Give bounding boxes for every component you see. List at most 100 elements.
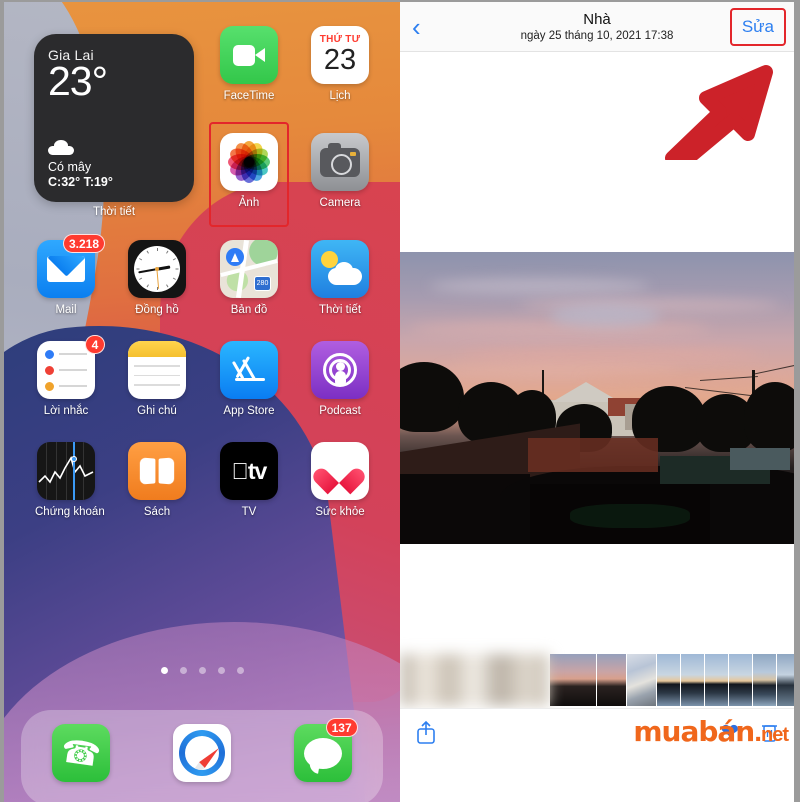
page-dots[interactable] xyxy=(4,667,400,674)
clock-tick xyxy=(139,277,143,280)
left-phone-home-screen: Gia Lai 23° Có mây C:32° T:19° Thời tiết… xyxy=(4,2,400,802)
watermark-part2: net xyxy=(761,724,789,746)
app-maps[interactable]: 280 Bản đồ xyxy=(218,240,280,316)
photo-thumbnail-strip[interactable] xyxy=(400,652,794,708)
weather-widget[interactable]: Gia Lai 23° Có mây C:32° T:19° xyxy=(34,34,194,202)
app-appstore[interactable]: App Store xyxy=(218,341,280,417)
clock-tick xyxy=(172,277,176,280)
edit-highlight-box xyxy=(729,7,786,46)
app-weather[interactable]: Thời tiết xyxy=(309,240,371,316)
app-label: Lời nhắc xyxy=(43,405,89,417)
edit-button-wrapper[interactable]: Sửa xyxy=(729,7,786,46)
app-mail[interactable]: 3.218 Mail xyxy=(35,234,105,316)
app-photos[interactable]: Ảnh xyxy=(218,133,280,209)
podcast-icon xyxy=(311,341,369,399)
photos-icon xyxy=(220,133,278,191)
page-dot[interactable] xyxy=(236,667,244,674)
books-icon xyxy=(128,442,186,500)
app-label: Ghi chú xyxy=(137,405,177,417)
watermark-muaban: muabán . net xyxy=(633,715,789,748)
thumbnail-item[interactable] xyxy=(596,654,626,706)
tv-icon: tv xyxy=(220,442,278,500)
blurred-thumbnails xyxy=(400,654,549,706)
calendar-day: 23 xyxy=(323,44,357,76)
app-label: App Store xyxy=(223,405,275,417)
widget-temperature: 23° xyxy=(48,58,108,104)
page-dot[interactable] xyxy=(160,667,168,674)
page-dot[interactable] xyxy=(217,667,225,674)
two-phone-comparison: Gia Lai 23° Có mây C:32° T:19° Thời tiết… xyxy=(0,0,800,802)
app-notes[interactable]: Ghi chú xyxy=(126,341,188,417)
dock-app-messages[interactable]: 137 xyxy=(292,718,358,782)
dock-app-phone[interactable]: ☎ xyxy=(50,724,112,782)
thumbnail-item[interactable] xyxy=(626,654,656,706)
dock-app-safari[interactable] xyxy=(171,724,233,782)
app-label: Sách xyxy=(143,506,171,518)
app-label: Đồng hồ xyxy=(135,304,179,316)
appstore-icon xyxy=(220,341,278,399)
app-label: Mail xyxy=(55,304,77,316)
watermark-dot: . xyxy=(754,716,762,747)
stocks-icon xyxy=(37,442,95,500)
thumbnail-item[interactable] xyxy=(704,654,728,706)
calendar-icon: THỨ TƯ 23 xyxy=(311,26,369,84)
app-label: Camera xyxy=(319,197,361,209)
app-label: FaceTime xyxy=(223,90,275,102)
clock-tick xyxy=(172,258,176,261)
health-icon xyxy=(311,442,369,500)
facetime-icon xyxy=(220,26,278,84)
app-podcast[interactable]: Podcast xyxy=(309,341,371,417)
phone-icon: ☎ xyxy=(52,724,111,782)
maps-shield-label: 280 xyxy=(254,276,271,291)
camera-icon xyxy=(311,133,369,191)
clock-tick xyxy=(146,284,149,288)
clock-tick xyxy=(175,268,179,270)
app-label: Chứng khoán xyxy=(35,506,105,518)
cloud-icon xyxy=(48,140,74,155)
app-label: TV xyxy=(241,506,257,518)
widget-condition: Có mây xyxy=(48,160,92,174)
weather-icon xyxy=(311,240,369,298)
app-stocks[interactable]: Chứng khoán xyxy=(35,442,105,518)
navigation-bar: ‹ Nhà ngày 25 tháng 10, 2021 17:38 Sửa xyxy=(400,2,794,52)
mail-badge: 3.218 xyxy=(62,234,105,253)
thumbnail-item[interactable] xyxy=(680,654,704,706)
share-icon[interactable] xyxy=(416,720,436,744)
dock: ☎ 137 xyxy=(21,710,383,802)
clock-tick xyxy=(146,250,149,254)
right-phone-photo-viewer: ‹ Nhà ngày 25 tháng 10, 2021 17:38 Sửa ❤… xyxy=(400,2,794,802)
app-health[interactable]: Sức khỏe xyxy=(309,442,371,518)
widget-label: Thời tiết xyxy=(92,206,136,218)
page-dot[interactable] xyxy=(198,667,206,674)
clock-tick xyxy=(136,268,140,270)
chevron-left-icon[interactable]: ‹ xyxy=(412,14,421,40)
app-label: Lịch xyxy=(329,90,351,102)
app-clock[interactable]: Đồng hồ xyxy=(126,240,188,316)
notes-icon xyxy=(128,341,186,399)
app-facetime[interactable]: FaceTime xyxy=(218,26,280,102)
clock-tick xyxy=(139,258,143,261)
page-dot[interactable] xyxy=(179,667,187,674)
app-label: Thời tiết xyxy=(318,304,362,316)
thumbnail-item[interactable] xyxy=(752,654,776,706)
app-label: Podcast xyxy=(319,405,361,417)
thumbnail-item[interactable] xyxy=(549,654,596,706)
maps-icon: 280 xyxy=(220,240,278,298)
app-reminders[interactable]: 4 Lời nhắc xyxy=(35,335,105,417)
app-label: Bản đồ xyxy=(230,304,268,316)
thumbnail-item[interactable] xyxy=(656,654,680,706)
red-pointer-arrow xyxy=(665,65,773,160)
app-label: Ảnh xyxy=(238,197,260,209)
reminders-badge: 4 xyxy=(85,335,105,354)
app-books[interactable]: Sách xyxy=(126,442,188,518)
app-camera[interactable]: Camera xyxy=(309,133,371,209)
watermark-part1: muabán xyxy=(633,715,755,748)
photo-image[interactable] xyxy=(400,252,794,544)
clock-tick xyxy=(157,248,158,251)
messages-badge: 137 xyxy=(325,718,358,737)
thumbnail-item[interactable] xyxy=(776,654,794,706)
app-tv[interactable]: tv TV xyxy=(218,442,280,518)
tv-glyph-text: tv xyxy=(239,457,267,484)
thumbnail-item[interactable] xyxy=(728,654,752,706)
app-calendar[interactable]: THỨ TƯ 23 Lịch xyxy=(309,26,371,102)
